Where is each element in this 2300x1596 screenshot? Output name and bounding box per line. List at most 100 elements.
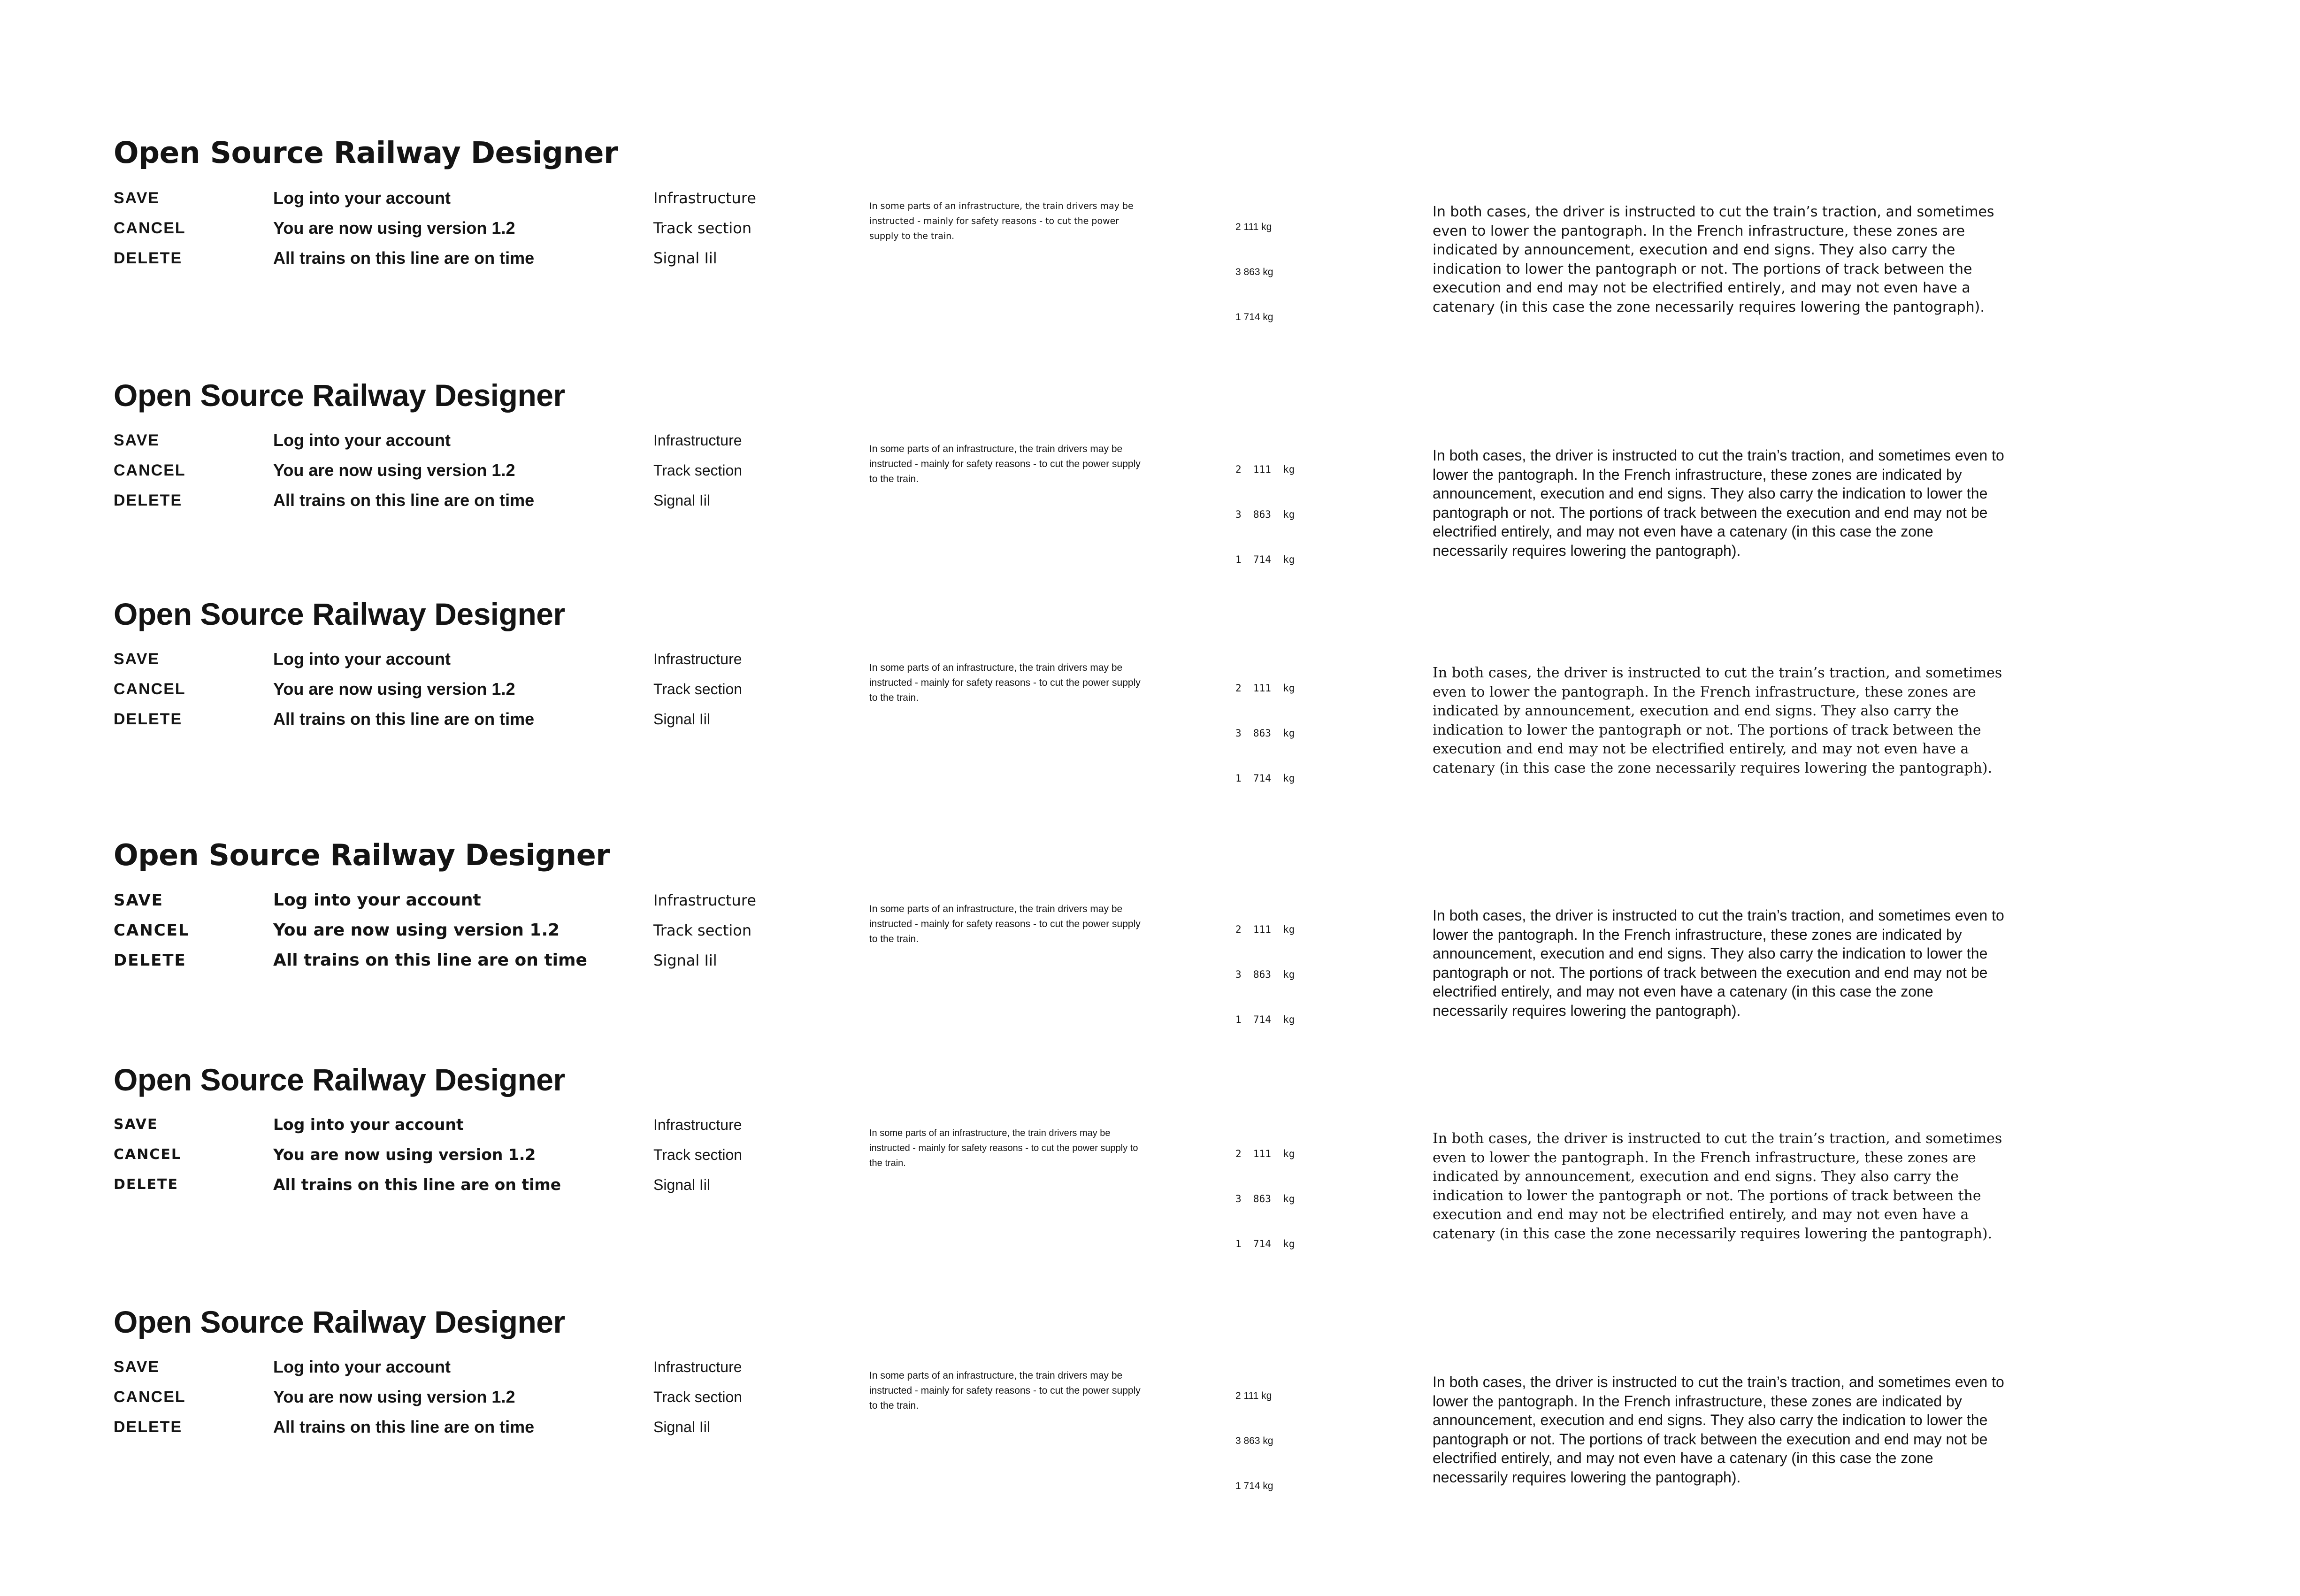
message-item: You are now using version 1.2 xyxy=(273,1387,515,1406)
weight-value: 3 863 kg xyxy=(1235,509,1295,520)
weight-value: 1 714 kg xyxy=(1235,1238,1295,1250)
message-item: Log into your account xyxy=(273,1357,451,1376)
menu-item: Infrastructure xyxy=(653,1358,742,1375)
weight-value: 2 111 kg xyxy=(1235,1390,1272,1401)
weight-value: 1 714 kg xyxy=(1235,773,1295,784)
save-label: SAVE xyxy=(114,1116,158,1133)
save-label: SAVE xyxy=(114,891,164,910)
menu-item: Infrastructure xyxy=(653,891,756,909)
message-list: Log into your account You are now using … xyxy=(273,1110,561,1200)
weight-value: 2 111 kg xyxy=(1235,464,1295,475)
menu-item: Infrastructure xyxy=(653,1116,742,1133)
cancel-label: CANCEL xyxy=(114,1388,186,1406)
save-label: SAVE xyxy=(114,650,160,668)
message-list: Log into your account You are now using … xyxy=(273,644,534,734)
cancel-label: CANCEL xyxy=(114,1146,181,1163)
weight-value: 3 863 kg xyxy=(1235,267,1273,277)
specimen-title: Open Source Railway Designer xyxy=(114,136,618,170)
weight-list: 2 111 kg 3 863 kg 1 714 kg xyxy=(1235,1358,1273,1524)
weight-value: 1 714 kg xyxy=(1235,312,1273,322)
menu-item: Track section xyxy=(653,1389,743,1405)
message-item: Log into your account xyxy=(273,188,451,207)
small-paragraph: In some parts of an infrastructure, the … xyxy=(869,1128,1138,1168)
small-paragraph: In some parts of an infrastructure, the … xyxy=(869,662,1141,703)
weight-value: 2 111 kg xyxy=(1235,683,1295,694)
menu-item: Signal Iil xyxy=(653,1176,710,1193)
button-labels: SAVE CANCEL DELETE xyxy=(114,644,186,734)
weight-list: 2 111 kg 3 863 kg 1 714 kg xyxy=(1235,1116,1295,1281)
menu-list: Infrastructure Track section Signal Iil xyxy=(653,425,742,515)
body-paragraph: In both cases, the driver is instructed … xyxy=(1433,1130,2002,1242)
message-list: Log into your account You are now using … xyxy=(273,885,587,975)
menu-list: Infrastructure Track section Signal Iil xyxy=(653,644,742,734)
message-list: Log into your account You are now using … xyxy=(273,183,534,273)
weight-value: 2 111 kg xyxy=(1235,222,1272,232)
weight-value: 1 714 kg xyxy=(1235,1481,1273,1491)
menu-item: Track section xyxy=(653,681,743,698)
weight-value: 3 863 kg xyxy=(1235,728,1295,739)
weight-value: 2 111 kg xyxy=(1235,924,1295,935)
weight-list: 2 111 kg 3 863 kg 1 714 kg xyxy=(1235,651,1295,816)
message-item: You are now using version 1.2 xyxy=(273,921,560,940)
body-paragraph: In both cases, the driver is instructed … xyxy=(1433,447,2004,559)
menu-list: Infrastructure Track section Signal Iil xyxy=(653,1110,742,1200)
button-labels: SAVE CANCEL DELETE xyxy=(114,183,186,273)
weight-value: 1 714 kg xyxy=(1235,1014,1295,1025)
menu-list: Infrastructure Track section Signal Iil xyxy=(653,183,756,273)
message-item: All trains on this line are on time xyxy=(273,709,535,729)
menu-list: Infrastructure Track section Signal Iil xyxy=(653,1352,742,1442)
body-paragraph: In both cases, the driver is instructed … xyxy=(1433,204,1994,315)
message-list: Log into your account You are now using … xyxy=(273,425,534,515)
button-labels: SAVE CANCEL DELETE xyxy=(114,1352,186,1442)
weight-value: 2 111 kg xyxy=(1235,1148,1295,1159)
menu-item: Infrastructure xyxy=(653,432,742,449)
delete-label: DELETE xyxy=(114,710,183,728)
small-paragraph: In some parts of an infrastructure, the … xyxy=(869,904,1141,944)
body-paragraph: In both cases, the driver is instructed … xyxy=(1433,665,2002,776)
message-item: Log into your account xyxy=(273,430,451,450)
message-item: You are now using version 1.2 xyxy=(273,218,515,238)
save-label: SAVE xyxy=(114,189,160,207)
message-item: You are now using version 1.2 xyxy=(273,460,515,480)
message-item: All trains on this line are on time xyxy=(273,1417,535,1436)
weight-value: 3 863 kg xyxy=(1235,1435,1273,1446)
message-item: All trains on this line are on time xyxy=(273,951,587,970)
cancel-label: CANCEL xyxy=(114,461,186,479)
body-paragraph: In both cases, the driver is instructed … xyxy=(1433,907,2004,1019)
specimen-title: Open Source Railway Designer xyxy=(114,378,565,413)
menu-item: Signal Iil xyxy=(653,711,710,728)
body-paragraph: In both cases, the driver is instructed … xyxy=(1433,1373,2004,1486)
menu-item: Signal Iil xyxy=(653,492,710,509)
message-item: All trains on this line are on time xyxy=(273,248,535,268)
menu-item: Infrastructure xyxy=(653,651,742,668)
message-item: All trains on this line are on time xyxy=(273,491,535,510)
menu-item: Track section xyxy=(653,219,752,237)
cancel-label: CANCEL xyxy=(114,680,186,698)
delete-label: DELETE xyxy=(114,951,186,970)
menu-item: Signal Iil xyxy=(653,951,717,969)
small-paragraph: In some parts of an infrastructure, the … xyxy=(869,201,1134,241)
save-label: SAVE xyxy=(114,1358,160,1376)
button-labels: SAVE CANCEL DELETE xyxy=(114,885,190,975)
weight-value: 3 863 kg xyxy=(1235,1193,1295,1205)
specimen-title: Open Source Railway Designer xyxy=(114,838,610,872)
delete-label: DELETE xyxy=(114,491,183,509)
menu-item: Track section xyxy=(653,921,752,939)
message-item: You are now using version 1.2 xyxy=(273,679,515,698)
message-item: You are now using version 1.2 xyxy=(273,1145,536,1164)
weight-list: 2 111 kg 3 863 kg 1 714 kg xyxy=(1235,432,1295,597)
delete-label: DELETE xyxy=(114,1418,183,1436)
weight-value: 1 714 kg xyxy=(1235,554,1295,565)
button-labels: SAVE CANCEL DELETE xyxy=(114,1110,181,1200)
menu-item: Track section xyxy=(653,462,743,479)
weight-value: 3 863 kg xyxy=(1235,969,1295,980)
save-label: SAVE xyxy=(114,431,160,449)
cancel-label: CANCEL xyxy=(114,219,186,237)
message-item: Log into your account xyxy=(273,649,451,668)
menu-item: Signal Iil xyxy=(653,1419,710,1435)
specimen-title: Open Source Railway Designer xyxy=(114,1304,565,1339)
small-paragraph: In some parts of an infrastructure, the … xyxy=(869,444,1141,484)
delete-label: DELETE xyxy=(114,249,183,267)
delete-label: DELETE xyxy=(114,1176,178,1193)
menu-list: Infrastructure Track section Signal Iil xyxy=(653,885,756,975)
